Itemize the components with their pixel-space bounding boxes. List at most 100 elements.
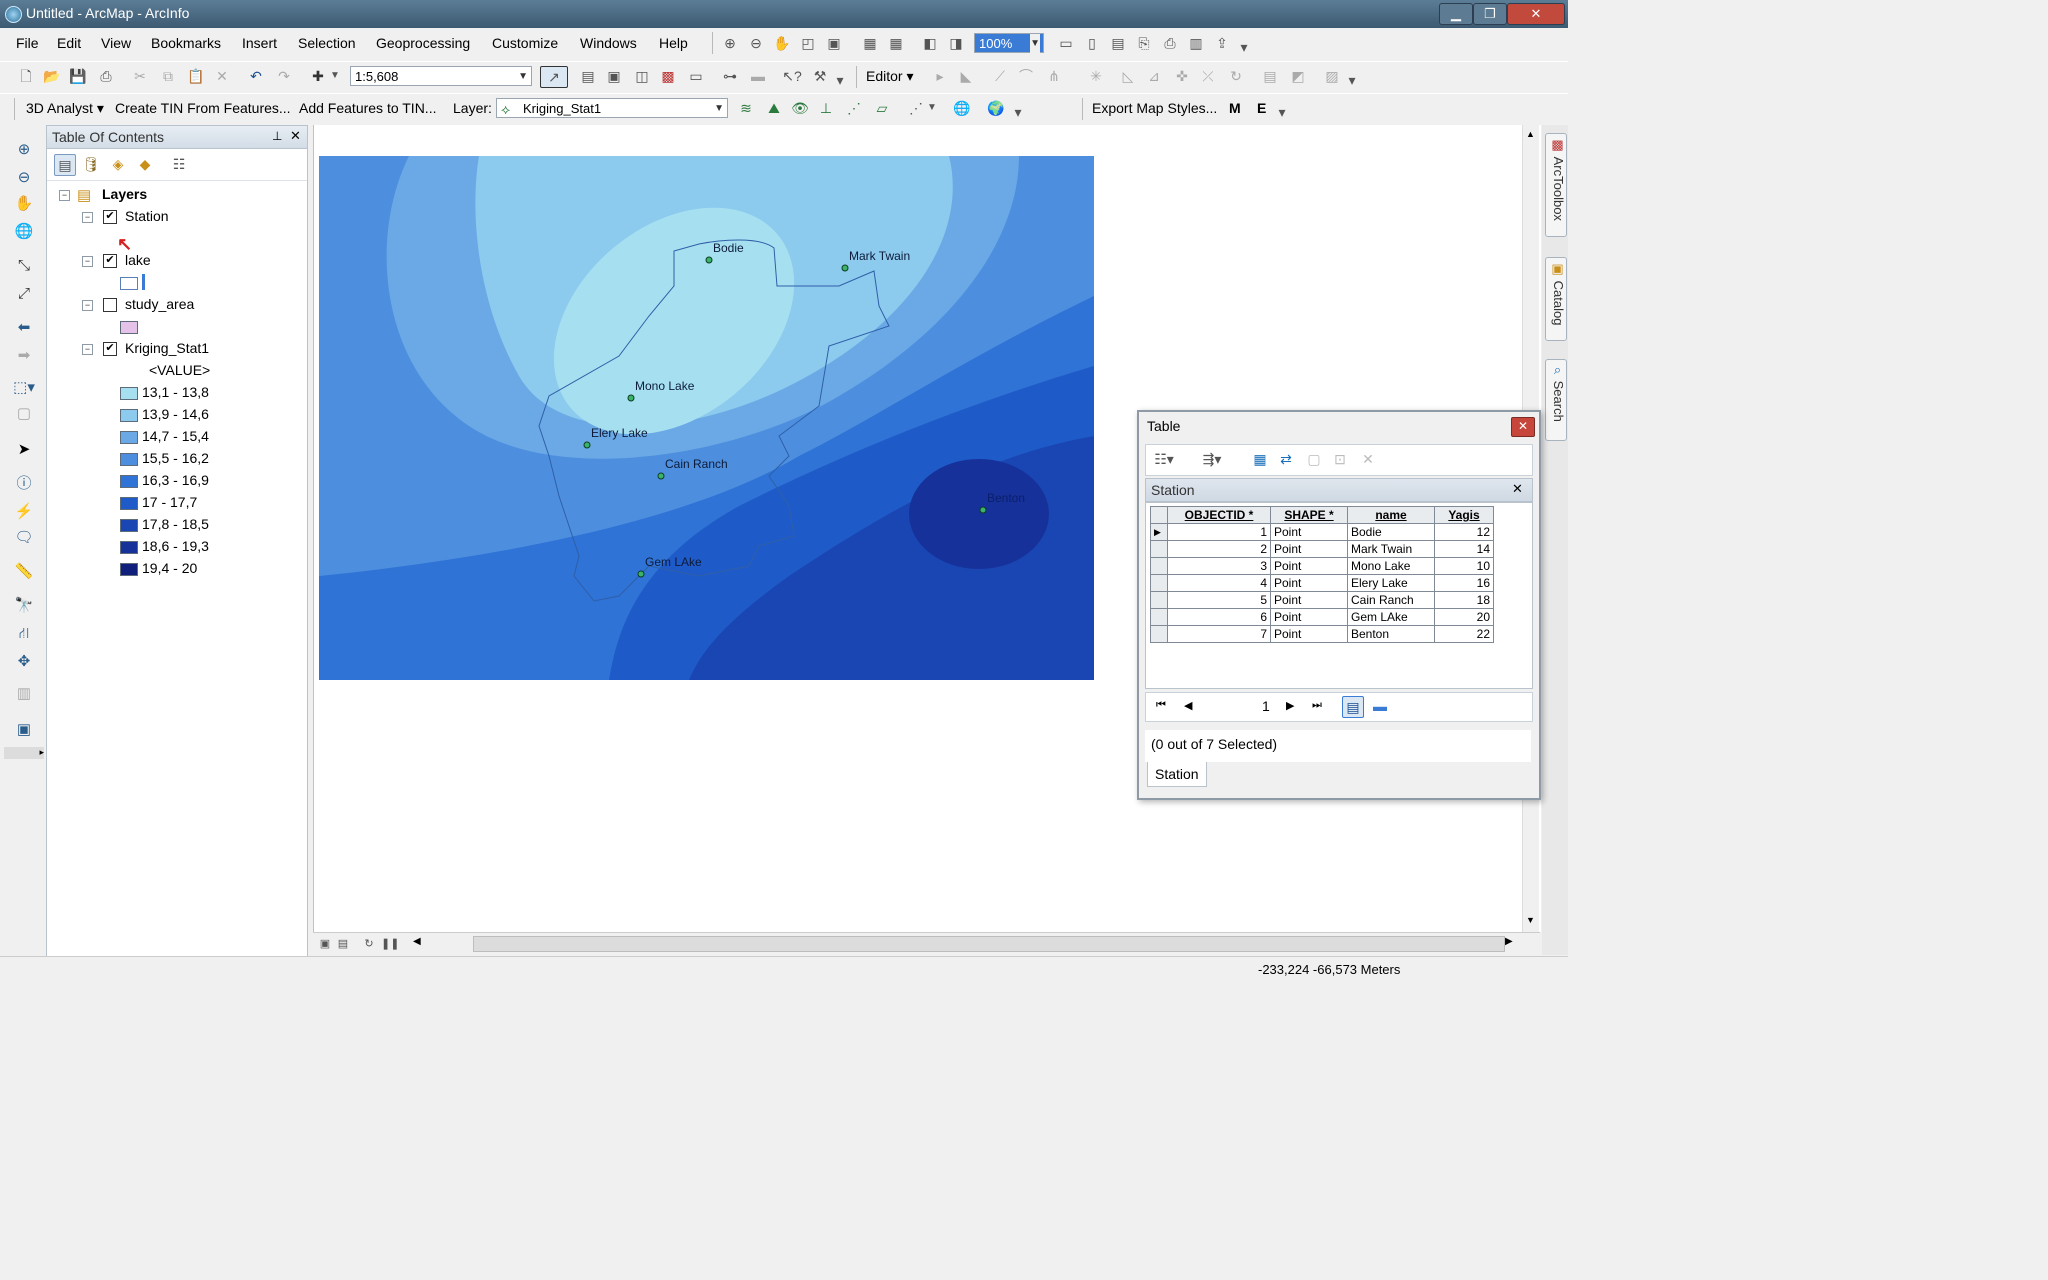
undo-icon[interactable]: ↶ — [246, 66, 266, 86]
pause-drawing-icon[interactable]: ❚❚ — [381, 934, 399, 950]
rotate-tool-icon[interactable]: ↻ — [1226, 66, 1246, 86]
table-window-close-button[interactable]: ✕ — [1511, 417, 1535, 437]
table-cell[interactable]: Point — [1270, 557, 1348, 575]
interpolate-polygon-icon[interactable]: ▱ — [872, 98, 892, 118]
scroll-left-icon[interactable]: ◀ — [413, 936, 421, 947]
table-cell[interactable]: 16 — [1434, 574, 1494, 592]
sketch-properties-icon[interactable]: ◩ — [1288, 66, 1308, 86]
fixed-zoom-in-icon[interactable]: ⤡ — [12, 255, 36, 277]
table-cell[interactable]: Cain Ranch — [1347, 591, 1435, 609]
select-features-icon[interactable]: ⬚▾ — [12, 377, 36, 399]
legend-swatch[interactable] — [120, 453, 138, 466]
close-button[interactable]: ✕ — [1507, 3, 1565, 25]
table-cell[interactable]: Point — [1270, 608, 1348, 626]
next-record-icon[interactable]: ▶ — [1286, 699, 1294, 712]
add-data-icon[interactable]: ✚ — [308, 66, 328, 86]
row-selector[interactable] — [1150, 591, 1168, 609]
edit-vertices-icon[interactable]: ◺ — [1118, 66, 1138, 86]
scroll-down-icon[interactable]: ▼ — [1526, 915, 1535, 925]
menu-windows[interactable]: Windows — [580, 35, 637, 51]
add-features-to-tin-button[interactable]: Add Features to TIN... — [299, 100, 436, 116]
toolbar-options-icon[interactable]: ▾ — [1346, 70, 1358, 90]
layout-view-icon[interactable]: ▣ — [317, 934, 333, 950]
e-button[interactable]: E — [1257, 100, 1266, 116]
layout-zoom-out-icon[interactable]: ⊖ — [746, 33, 766, 53]
menu-file[interactable]: File — [16, 35, 39, 51]
table-cell[interactable]: Point — [1270, 591, 1348, 609]
legend-swatch[interactable] — [120, 409, 138, 422]
study-area-symbol-swatch[interactable] — [120, 321, 138, 334]
delete-selected-icon[interactable]: ✕ — [1358, 449, 1378, 469]
table-cell[interactable]: Elery Lake — [1347, 574, 1435, 592]
fixed-zoom-in-icon[interactable]: ▦ — [860, 33, 880, 53]
toc-close-icon[interactable]: ✕ — [290, 128, 301, 144]
table-cell[interactable]: Point — [1270, 540, 1348, 558]
menu-view[interactable]: View — [101, 35, 131, 51]
arctoolbox-icon[interactable]: ▩ — [658, 66, 678, 86]
scroll-right-icon[interactable]: ▶ — [1505, 936, 1513, 947]
table-row[interactable]: 2 Point Mark Twain 14 — [1150, 540, 1494, 558]
reshape-feature-icon[interactable]: ⊿ — [1144, 66, 1164, 86]
legend-label[interactable]: 15,5 - 16,2 — [142, 450, 209, 466]
edit-tool-icon[interactable]: ▸ — [930, 66, 950, 86]
table-row[interactable]: 4 Point Elery Lake 16 — [1150, 574, 1494, 592]
line-of-sight-icon[interactable]: 👁 — [790, 98, 810, 118]
measure-icon[interactable]: 📏 — [12, 561, 36, 583]
redo-icon[interactable]: ↷ — [274, 66, 294, 86]
table-cell[interactable]: Gem LAke — [1347, 608, 1435, 626]
table-cell[interactable]: 10 — [1434, 557, 1494, 575]
create-tin-button[interactable]: Create TIN From Features... — [115, 100, 291, 116]
table-cell[interactable]: 2 — [1167, 540, 1271, 558]
tools-hammer-icon[interactable]: ⚒ — [810, 66, 830, 86]
steepest-path-icon[interactable]: ⛰ — [764, 98, 784, 118]
last-record-icon[interactable]: ⏭ — [1312, 699, 1322, 712]
table-cell[interactable]: 1 — [1167, 523, 1271, 541]
attribute-grid[interactable]: OBJECTID * SHAPE * name Yagis ▶ 1 Point Bod… — [1145, 502, 1533, 689]
layout-zoom-in-icon[interactable]: ⊕ — [720, 33, 740, 53]
menu-bookmarks[interactable]: Bookmarks — [151, 35, 221, 51]
open-folder-icon[interactable]: 📂 — [42, 66, 62, 86]
list-by-visibility-icon[interactable]: ◈ — [108, 154, 128, 174]
table-row[interactable]: 3 Point Mono Lake 10 — [1150, 557, 1494, 575]
html-popup-icon[interactable]: 🗨 — [12, 527, 36, 549]
toggle-draft-mode-icon[interactable]: ▭ — [1056, 33, 1076, 53]
fixed-zoom-out-icon[interactable]: ▦ — [886, 33, 906, 53]
row-selector[interactable] — [1150, 608, 1168, 626]
station-point-marker[interactable] — [657, 472, 665, 480]
table-cell[interactable]: Mark Twain — [1347, 540, 1435, 558]
data-driven-pages-icon[interactable]: ⎘ — [1134, 33, 1154, 53]
go-back-arrow-icon[interactable]: ⬅ — [12, 317, 36, 339]
table-cell[interactable]: 7 — [1167, 625, 1271, 643]
editor-toolbar-icon[interactable]: ↗ — [540, 66, 568, 88]
whats-this-help-icon[interactable]: ↖? — [782, 66, 802, 86]
legend-swatch[interactable] — [120, 563, 138, 576]
table-row[interactable]: 6 Point Gem LAke 20 — [1150, 608, 1494, 626]
layout-pan-icon[interactable]: ✋ — [772, 33, 792, 53]
table-tab-station[interactable]: Station — [1147, 762, 1207, 787]
zoom-whole-page-icon[interactable]: ◰ — [798, 33, 818, 53]
interpolate-line-icon[interactable]: ⋰ — [844, 98, 864, 118]
split-tool-icon[interactable]: ⤫ — [1198, 66, 1218, 86]
arcscene-globe-icon[interactable]: 🌐 — [952, 98, 972, 118]
toolbar-options-icon[interactable]: ▾ — [1238, 37, 1250, 57]
select-by-attributes-icon[interactable]: ▦ — [1250, 449, 1270, 469]
3d-analyst-menu[interactable]: 3D Analyst ▾ — [26, 100, 104, 117]
change-layout-icon[interactable]: ▤ — [1108, 33, 1128, 53]
menu-geoprocessing[interactable]: Geoprocessing — [376, 35, 470, 51]
row-selector[interactable] — [1150, 574, 1168, 592]
create-viewer-window-icon[interactable]: ▣ — [12, 719, 36, 741]
straight-segment-icon[interactable]: ⟋ — [990, 66, 1010, 86]
column-header-name[interactable]: name — [1347, 506, 1435, 524]
station-collapse-icon[interactable]: − — [82, 212, 93, 223]
profile-graph-icon[interactable]: ⋰ — [906, 98, 926, 118]
cut-icon[interactable]: ✂ — [130, 66, 150, 86]
table-cell[interactable]: 22 — [1434, 625, 1494, 643]
lake-symbol-swatch[interactable] — [120, 277, 138, 290]
map-horizontal-scrollbar[interactable]: ▣ ▤ ↻ ❚❚ ◀ ▶ — [313, 932, 1540, 955]
table-row[interactable]: ▶ 1 Point Bodie 12 — [1150, 523, 1494, 541]
table-cell[interactable]: 18 — [1434, 591, 1494, 609]
m-button[interactable]: M — [1229, 100, 1241, 116]
legend-label[interactable]: 14,7 - 15,4 — [142, 428, 209, 444]
layout-export-icon[interactable]: ▥ — [1186, 33, 1206, 53]
table-cell[interactable]: 5 — [1167, 591, 1271, 609]
